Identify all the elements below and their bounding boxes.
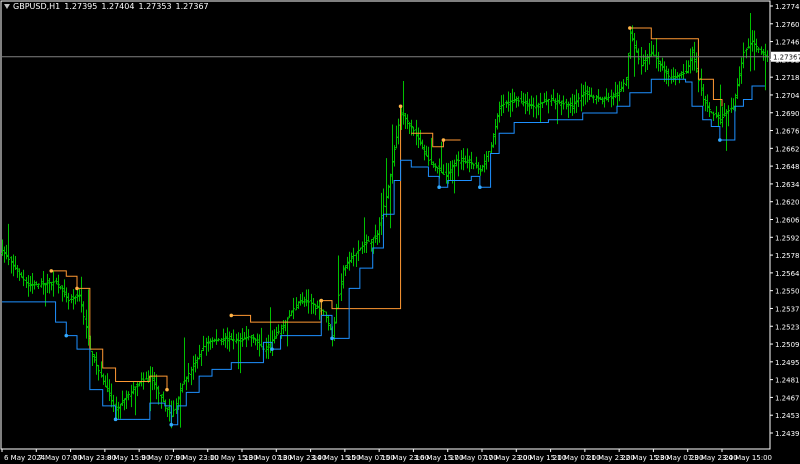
- y-tick-label: 1.27185: [775, 74, 800, 82]
- support-trail-line: [2, 78, 765, 426]
- y-tick-label: 1.27605: [775, 21, 800, 29]
- y-tick-label: 1.26625: [775, 145, 800, 153]
- x-tick-label: 24 May 15:00: [724, 454, 772, 462]
- y-tick-label: 1.26905: [775, 110, 800, 118]
- support-dot: [64, 333, 69, 338]
- y-tick-label: 1.25645: [775, 270, 800, 278]
- dropdown-arrow-icon[interactable]: [4, 4, 10, 9]
- y-tick-label: 1.24670: [775, 394, 800, 402]
- resistance-dot: [398, 104, 403, 109]
- y-tick-label: 1.25785: [775, 252, 800, 260]
- y-tick-label: 1.27465: [775, 39, 800, 47]
- y-tick-label: 1.25925: [775, 234, 800, 242]
- resistance-dot: [319, 298, 324, 303]
- resistance-dot: [441, 138, 446, 142]
- support-dot: [437, 185, 441, 190]
- y-tick-label: 1.24390: [775, 430, 800, 438]
- y-tick-label: 1.27045: [775, 92, 800, 100]
- y-tick-label: 1.24530: [775, 412, 800, 420]
- y-tick-label: 1.25505: [775, 288, 800, 296]
- high-value: 1.27404: [101, 2, 135, 11]
- y-tick-label: 1.26765: [775, 128, 800, 136]
- close-value: 1.27367: [175, 2, 209, 11]
- y-tick-label: 1.24950: [775, 359, 800, 367]
- open-value: 1.27395: [64, 2, 98, 11]
- resistance-dot: [49, 269, 54, 273]
- y-tick-label: 1.24810: [775, 377, 800, 385]
- support-dot: [169, 422, 174, 427]
- support-dot: [113, 417, 118, 422]
- y-tick-label: 1.26345: [775, 181, 800, 189]
- y-tick-label: 1.27325: [775, 56, 800, 64]
- support-dot: [270, 347, 274, 351]
- y-tick-label: 1.25230: [775, 323, 800, 331]
- resistance-dot: [229, 313, 234, 318]
- chart-header: GBPUSD,H1 1.27395 1.27404 1.27353 1.27367: [4, 2, 213, 11]
- y-tick-label: 1.25370: [775, 305, 800, 313]
- y-tick-label: 1.26065: [775, 217, 800, 225]
- price-chart[interactable]: 1.27367 1.27745 1.27605 1.27465 1.27325 1.271…: [0, 0, 800, 464]
- support-dot: [478, 185, 482, 190]
- support-dot: [718, 138, 722, 142]
- y-tick-label: 1.26485: [775, 163, 800, 171]
- symbol-timeframe: GBPUSD,H1: [13, 2, 61, 11]
- y-tick-label: 1.25090: [775, 341, 800, 349]
- low-value: 1.27353: [138, 2, 172, 11]
- resistance-dot: [628, 26, 632, 30]
- y-tick-label: 1.26205: [775, 199, 800, 207]
- resistance-dot: [75, 286, 79, 291]
- support-dot: [330, 336, 334, 341]
- resistance-dot: [165, 387, 169, 392]
- y-tick-label: 1.27745: [775, 3, 800, 11]
